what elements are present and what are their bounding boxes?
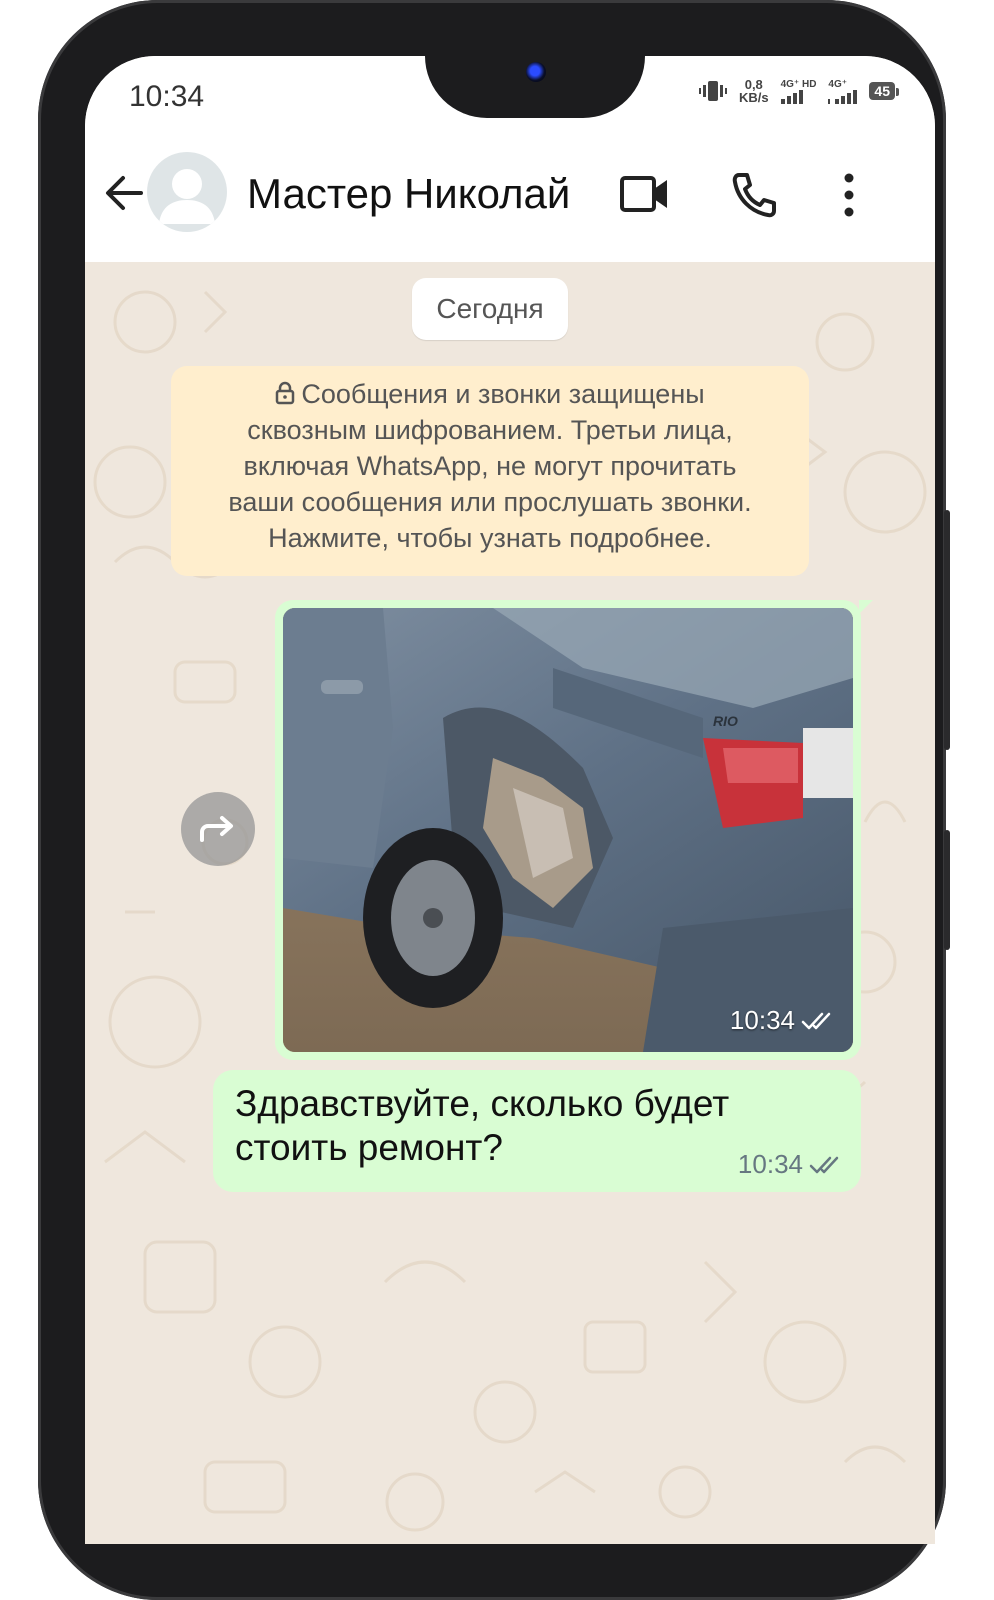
sim1-signal: 4G⁺ HD — [780, 78, 817, 104]
signal-bars-icon — [828, 89, 858, 104]
message-photo[interactable]: RIO 10:34 — [283, 608, 853, 1052]
status-icons: 0,8 KB/s 4G⁺ HD 4G⁺ 45 — [698, 78, 899, 104]
battery-icon: 45 — [869, 82, 899, 100]
sim2-label: 4G⁺ — [828, 78, 848, 90]
phone-frame: 10:34 0,8 KB/s 4G⁺ HD 4G⁺ 45 Мастер Нико… — [38, 0, 950, 1600]
network-speed: 0,8 KB/s — [739, 78, 769, 104]
text-message-time: 10:34 — [737, 1149, 803, 1179]
image-message[interactable]: RIO 10:34 — [275, 600, 873, 1060]
back-arrow-icon[interactable] — [99, 168, 149, 218]
encryption-line-2: сквозным шифрованием. Третьи лица, — [247, 415, 733, 445]
sim1-label: 4G⁺ HD — [780, 78, 817, 90]
network-speed-unit: KB/s — [738, 90, 769, 105]
sim2-signal: 4G⁺ — [828, 78, 858, 104]
status-time: 10:34 — [129, 80, 205, 113]
encryption-line-1: Сообщения и звонки защищены — [171, 376, 809, 412]
chat-header: Мастер Николай — [85, 140, 935, 262]
encryption-line-5: Нажмите, чтобы узнать подробнее. — [268, 523, 712, 553]
signal-bars-icon — [780, 89, 817, 104]
text-message[interactable]: Здравствуйте, сколько будет стоить ремон… — [213, 1070, 861, 1192]
volume-button — [944, 510, 950, 750]
car-badge: RIO — [713, 713, 738, 729]
encryption-text-1: Сообщения и звонки защищены — [301, 379, 705, 409]
forward-button[interactable] — [181, 792, 255, 866]
power-button — [944, 830, 950, 950]
text-message-meta: 10:34 — [738, 1149, 843, 1180]
avatar[interactable] — [147, 152, 227, 232]
message-text-line-2: стоить ремонт? — [235, 1127, 503, 1168]
phone-screen: 10:34 0,8 KB/s 4G⁺ HD 4G⁺ 45 Мастер Нико… — [85, 56, 935, 1544]
default-user-icon — [159, 169, 215, 224]
date-chip: Сегодня — [412, 278, 568, 340]
forward-icon — [200, 816, 233, 842]
lock-icon — [276, 381, 295, 405]
encryption-line-4: ваши сообщения или прослушать звонки. — [228, 487, 752, 517]
image-message-meta: 10:34 — [730, 1005, 835, 1036]
notch — [425, 56, 645, 118]
message-text-line-1: Здравствуйте, сколько будет — [235, 1083, 730, 1124]
more-options-icon[interactable] — [837, 170, 861, 220]
voice-call-icon[interactable] — [729, 170, 779, 220]
image-message-time: 10:34 — [729, 1005, 795, 1035]
video-call-icon[interactable] — [619, 170, 671, 218]
vibrate-icon — [698, 81, 727, 101]
read-ticks-icon — [801, 1012, 831, 1029]
encryption-notice[interactable]: Сообщения и звонки защищены сквозным шиф… — [171, 366, 809, 576]
damaged-car-photo: RIO — [283, 608, 853, 1052]
bubble-tail — [859, 600, 873, 614]
front-camera-icon — [526, 62, 546, 82]
read-ticks-icon — [809, 1156, 839, 1173]
contact-name[interactable]: Мастер Николай — [247, 170, 570, 218]
chat-area[interactable]: Сегодня Сообщения и звонки защищены скво… — [85, 262, 935, 1544]
message-text: Здравствуйте, сколько будет стоить ремон… — [235, 1082, 795, 1170]
encryption-line-3: включая WhatsApp, не могут прочитать — [243, 451, 737, 481]
